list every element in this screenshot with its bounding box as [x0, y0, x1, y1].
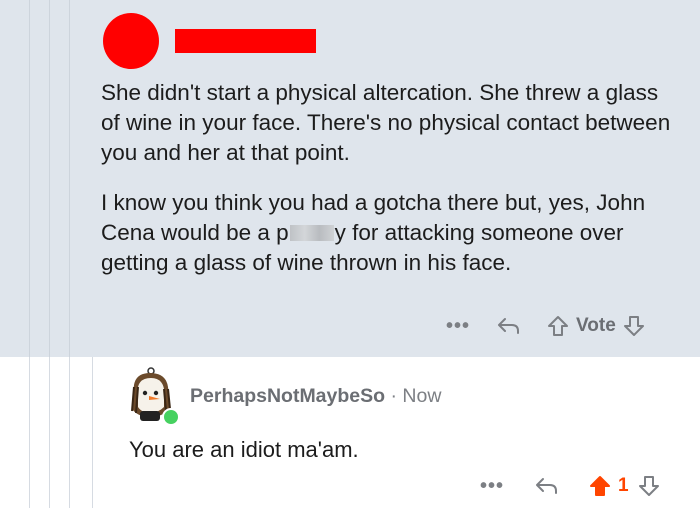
online-status-indicator: [162, 408, 180, 426]
thread-line: [69, 0, 70, 357]
downvote-icon[interactable]: [622, 314, 646, 338]
comment-paragraph: She didn't start a physical altercation.…: [101, 80, 671, 165]
comment-author[interactable]: PerhapsNotMaybeSo: [190, 385, 385, 407]
thread-line: [92, 357, 93, 508]
thread-line: [29, 357, 30, 508]
censored-word: [289, 225, 334, 241]
thread-line: [49, 0, 50, 357]
parent-action-bar: ••• Vote: [446, 314, 646, 338]
thread-line: [69, 357, 70, 508]
comment-body: You are an idiot ma'am.: [129, 437, 359, 462]
redacted-username: [175, 29, 316, 53]
more-options-button[interactable]: •••: [446, 315, 470, 338]
downvote-icon[interactable]: [637, 474, 661, 498]
thread-line: [49, 357, 50, 508]
comment-paragraph: I know you think you had a gotcha there …: [101, 188, 681, 278]
comment-timestamp: Now: [402, 385, 442, 407]
more-options-button[interactable]: •••: [480, 475, 504, 498]
upvote-icon-active[interactable]: [588, 474, 612, 498]
vote-label: Vote: [576, 315, 616, 336]
upvote-icon[interactable]: [546, 314, 570, 338]
reply-action-bar: ••• 1: [480, 474, 661, 498]
redacted-avatar: [103, 13, 159, 69]
thread-line: [29, 0, 30, 357]
vote-count: 1: [618, 475, 629, 496]
reply-icon[interactable]: [496, 314, 522, 338]
meta-separator: ·: [385, 385, 403, 407]
comment-meta: PerhapsNotMaybeSo · Now: [190, 385, 441, 408]
reply-icon[interactable]: [534, 474, 560, 498]
